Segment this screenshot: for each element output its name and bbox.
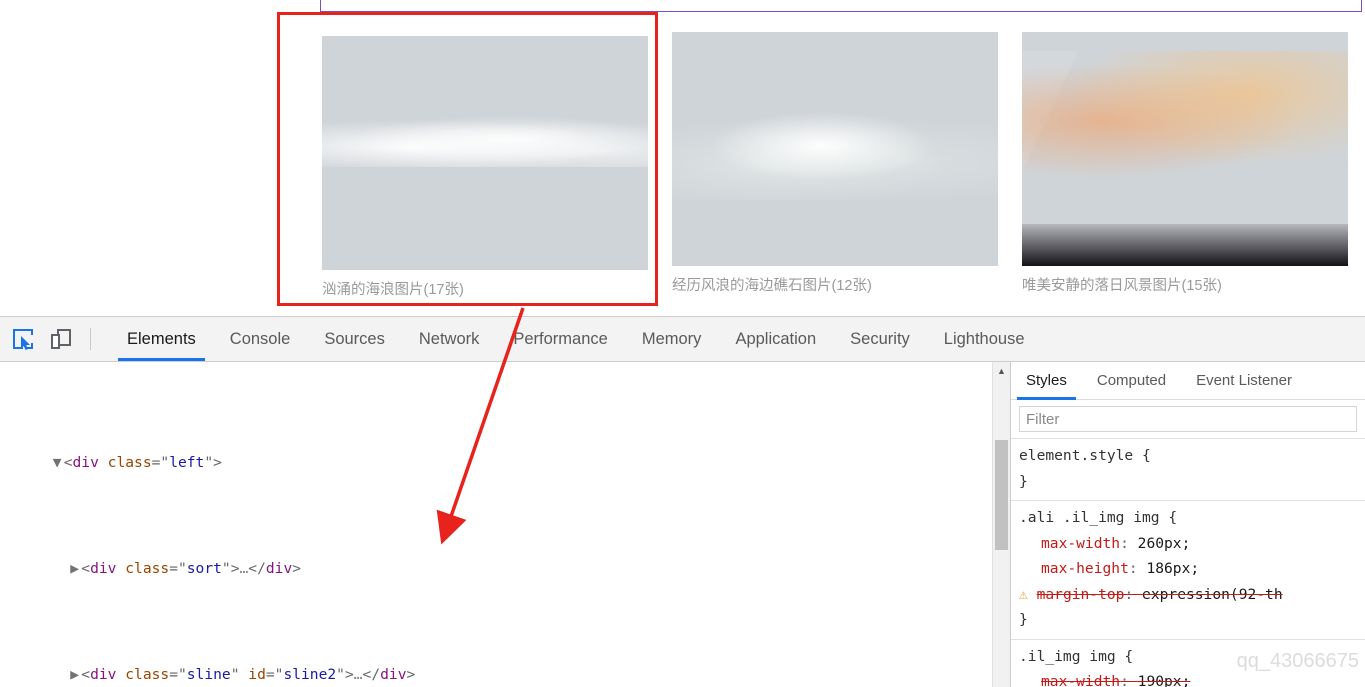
css-brace-close: } [1019, 611, 1028, 628]
tag-name: div [90, 560, 116, 577]
styles-pane: Styles Computed Event Listener element.s… [1010, 362, 1365, 687]
css-value[interactable]: expression(92-th [1142, 586, 1283, 603]
tab-network[interactable]: Network [402, 317, 497, 361]
dom-line[interactable]: ▶<div class="sort">…</div> [0, 556, 1010, 583]
tab-sources[interactable]: Sources [307, 317, 402, 361]
device-toolbar-icon[interactable] [46, 324, 76, 354]
attr-value: sline2 [283, 666, 336, 683]
image-gallery: 汹涌的海浪图片(17张) 经历风浪的海边礁石图片(12张) 唯美安静的落日风景图… [0, 18, 1365, 308]
css-selector: element.style { [1019, 447, 1151, 464]
css-value[interactable]: 260px; [1138, 535, 1191, 552]
expand-triangle-closed-icon[interactable]: ▶ [70, 556, 81, 583]
screenshot-root: 汹涌的海浪图片(17张) 经历风浪的海边礁石图片(12张) 唯美安静的落日风景图… [0, 0, 1365, 686]
tab-performance[interactable]: Performance [496, 317, 624, 361]
css-rule-ali-il-img[interactable]: .ali .il_img img {max-width: 260px;max-h… [1011, 500, 1365, 639]
tab-event-listeners[interactable]: Event Listener [1181, 362, 1307, 399]
tab-elements[interactable]: Elements [110, 317, 213, 361]
toolbar-divider [90, 328, 91, 350]
gallery-caption-waves[interactable]: 汹涌的海浪图片(17张) [322, 281, 648, 299]
devtools-panel: Elements Console Sources Network Perform… [0, 316, 1365, 687]
tab-styles[interactable]: Styles [1011, 362, 1082, 399]
css-property[interactable]: max-width [1041, 535, 1120, 552]
css-rule-element-style[interactable]: element.style {} [1011, 438, 1365, 500]
css-value[interactable]: 186px; [1146, 560, 1199, 577]
css-property[interactable]: max-height [1041, 560, 1129, 577]
styles-filter-input[interactable] [1019, 406, 1357, 432]
tag-name: div [266, 560, 292, 577]
devtools-tab-bar: Elements Console Sources Network Perform… [110, 317, 1042, 361]
css-selector: .ali .il_img img { [1019, 509, 1177, 526]
tag-name: div [380, 666, 406, 683]
attr-value: sort [187, 560, 222, 577]
dom-tree-scrollbar[interactable]: ▲ [992, 362, 1010, 687]
attr-value: sline [187, 666, 231, 683]
purple-outline-box [320, 0, 1362, 12]
attr-name: class [125, 666, 169, 683]
devtools-toolbar: Elements Console Sources Network Perform… [0, 317, 1365, 362]
expand-triangle-open-icon[interactable]: ▼ [53, 450, 64, 477]
thumbnail-image-rocks[interactable] [672, 32, 998, 266]
css-selector: .il_img img { [1019, 648, 1133, 665]
collapsed-ellipsis[interactable]: … [240, 560, 249, 577]
collapsed-ellipsis[interactable]: … [354, 666, 363, 683]
tab-lighthouse[interactable]: Lighthouse [927, 317, 1042, 361]
thumbnail-image-waves[interactable] [322, 36, 648, 270]
gallery-card-rocks[interactable]: 经历风浪的海边礁石图片(12张) [672, 32, 998, 295]
attr-name: id [248, 666, 266, 683]
devtools-toolbar-icons [8, 323, 97, 355]
attr-name: class [125, 560, 169, 577]
scroll-up-arrow-icon[interactable]: ▲ [993, 362, 1010, 379]
tab-console[interactable]: Console [213, 317, 308, 361]
expand-triangle-closed-icon[interactable]: ▶ [70, 662, 81, 687]
tab-security[interactable]: Security [833, 317, 927, 361]
inspect-element-icon[interactable] [8, 324, 38, 354]
css-brace-close: } [1019, 473, 1028, 490]
thumbnail-image-sunset[interactable] [1022, 32, 1348, 266]
dom-line[interactable]: ▶<div class="sline" id="sline2">…</div> [0, 662, 1010, 687]
tag-name: div [90, 666, 116, 683]
dom-tree-pane[interactable]: ▼<div class="left"> ▶<div class="sort">…… [0, 362, 1010, 687]
styles-filter-row [1011, 400, 1365, 438]
dom-line[interactable]: ▼<div class="left"> [0, 450, 1010, 477]
gallery-caption-sunset[interactable]: 唯美安静的落日风景图片(15张) [1022, 277, 1348, 295]
scrollbar-thumb[interactable] [995, 440, 1008, 550]
gallery-caption-rocks[interactable]: 经历风浪的海边礁石图片(12张) [672, 277, 998, 295]
dom-tree: ▼<div class="left"> ▶<div class="sort">…… [0, 362, 1010, 687]
browser-page-content: 汹涌的海浪图片(17张) 经历风浪的海边礁石图片(12张) 唯美安静的落日风景图… [0, 0, 1365, 316]
tab-memory[interactable]: Memory [625, 317, 719, 361]
attr-value: left [169, 454, 204, 471]
devtools-body: ▼<div class="left"> ▶<div class="sort">…… [0, 362, 1365, 687]
warning-icon: ⚠ [1019, 586, 1028, 603]
css-property[interactable]: max-width [1041, 673, 1120, 687]
tag-name: div [73, 454, 99, 471]
gallery-card-sunset[interactable]: 唯美安静的落日风景图片(15张) [1022, 32, 1348, 295]
tab-application[interactable]: Application [718, 317, 833, 361]
css-property[interactable]: margin-top [1037, 586, 1125, 603]
gallery-card-waves[interactable]: 汹涌的海浪图片(17张) [322, 36, 648, 299]
tab-computed[interactable]: Computed [1082, 362, 1181, 399]
styles-tab-bar: Styles Computed Event Listener [1011, 362, 1365, 400]
css-value[interactable]: 190px; [1138, 673, 1191, 687]
css-rule-il-img[interactable]: .il_img img {max-width: 190px;max-height… [1011, 639, 1365, 687]
attr-name: class [108, 454, 152, 471]
